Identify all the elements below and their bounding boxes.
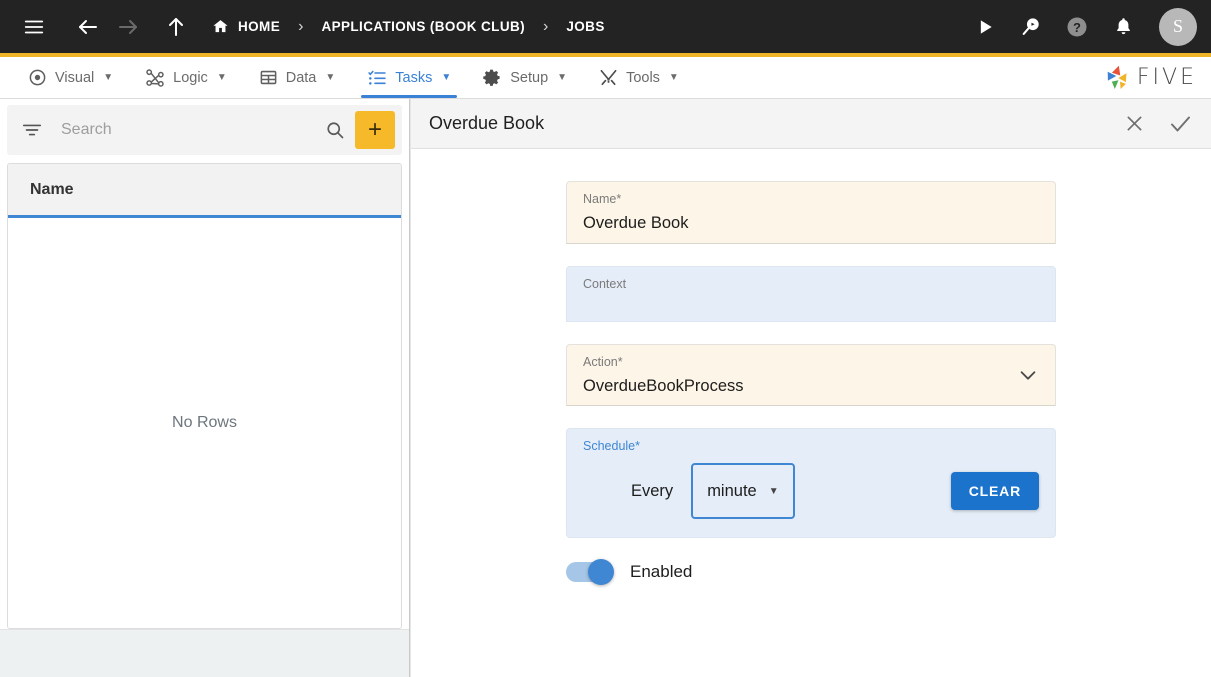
action-field-label: Action* — [583, 354, 623, 369]
top-bar-actions: ? S — [965, 7, 1197, 47]
checklist-icon — [367, 68, 387, 88]
every-label: Every — [631, 481, 674, 500]
menu-item-label: Tools — [626, 69, 660, 86]
five-logo-text: FIVE — [1136, 65, 1197, 90]
table-icon — [259, 68, 278, 87]
form-fields: Name* Overdue Book Context Action* Overd… — [566, 181, 1056, 586]
interval-select[interactable]: minute ▼ — [691, 463, 795, 520]
chevron-down-icon: ▼ — [103, 72, 114, 83]
chevron-down-icon: ▼ — [557, 72, 568, 83]
action-field-value[interactable]: OverdueBookProcess — [583, 376, 1017, 397]
grid-column-header-name[interactable]: Name — [8, 164, 401, 218]
five-logo: FIVE — [1102, 57, 1211, 98]
gear-icon — [483, 68, 502, 87]
form-pane: Overdue Book Name* Overdue Book Context … — [410, 99, 1211, 677]
run-icon[interactable] — [965, 7, 1005, 47]
breadcrumb: HOME › APPLICATIONS (BOOK CLUB) › JOBS — [208, 18, 609, 36]
enabled-toggle-label: Enabled — [630, 562, 693, 582]
search-icon[interactable] — [315, 120, 355, 140]
chevron-down-icon: ▼ — [441, 72, 452, 83]
arrow-right-icon[interactable] — [108, 7, 148, 47]
enabled-toggle-row: Enabled — [566, 559, 1056, 586]
context-field-label: Context — [583, 276, 627, 291]
menu-item-label: Logic — [173, 69, 208, 86]
schedule-field: Schedule* Every minute ▼ CLEAR — [566, 428, 1056, 539]
form-header: Overdue Book — [411, 99, 1211, 149]
menu-item-tasks[interactable]: Tasks ▼ — [351, 57, 467, 98]
context-field[interactable]: Context — [566, 265, 1056, 322]
hamburger-menu-icon[interactable] — [14, 7, 54, 47]
logic-nodes-icon — [145, 68, 165, 88]
breadcrumb-item-applications[interactable]: APPLICATIONS (BOOK CLUB) — [317, 19, 529, 34]
chevron-down-icon[interactable] — [1017, 364, 1039, 386]
application-window: HOME › APPLICATIONS (BOOK CLUB) › JOBS ? — [0, 0, 1211, 677]
main-content: + Name No Rows Overdue Book — [0, 99, 1211, 677]
eye-icon — [28, 68, 47, 87]
menu-item-tools[interactable]: Tools ▼ — [583, 57, 695, 98]
search-input[interactable] — [43, 121, 315, 139]
add-button[interactable]: + — [355, 111, 395, 149]
chevron-down-icon: ▼ — [668, 72, 679, 83]
module-menu-bar: Visual ▼ Logic ▼ Data ▼ Tasks ▼ Setup ▼ … — [0, 57, 1211, 99]
notifications-icon[interactable] — [1103, 7, 1143, 47]
menu-item-label: Data — [285, 69, 317, 86]
help-icon[interactable]: ? — [1057, 7, 1097, 47]
search-bar: + — [7, 105, 402, 155]
breadcrumb-label: APPLICATIONS (BOOK CLUB) — [321, 19, 526, 34]
no-rows-text: No Rows — [172, 414, 237, 431]
arrow-left-icon[interactable] — [68, 7, 108, 47]
breadcrumb-separator: › — [298, 17, 304, 35]
toggle-knob — [588, 559, 614, 586]
close-icon[interactable] — [1117, 107, 1151, 141]
tools-icon — [599, 68, 618, 87]
arrow-up-icon[interactable] — [156, 7, 196, 47]
name-field-label: Name* — [583, 192, 622, 206]
form-body: Name* Overdue Book Context Action* Overd… — [411, 149, 1211, 677]
breadcrumb-label: JOBS — [566, 19, 605, 34]
grid-footer — [0, 629, 409, 677]
context-field-value[interactable] — [583, 298, 1039, 318]
save-check-button[interactable] — [1163, 107, 1197, 141]
menu-item-setup[interactable]: Setup ▼ — [467, 57, 583, 98]
menu-item-label: Tasks — [395, 69, 433, 86]
form-header-actions — [1117, 107, 1197, 141]
top-navigation-bar: HOME › APPLICATIONS (BOOK CLUB) › JOBS ? — [0, 0, 1211, 53]
grid-empty-state: No Rows — [8, 218, 401, 628]
menu-item-label: Visual — [55, 69, 95, 86]
breadcrumb-label: HOME — [238, 19, 281, 34]
menu-item-visual[interactable]: Visual ▼ — [12, 57, 129, 98]
debug-icon[interactable] — [1011, 7, 1051, 47]
name-field-value[interactable]: Overdue Book — [583, 213, 1039, 234]
list-pane: + Name No Rows — [0, 99, 410, 677]
chevron-down-icon: ▼ — [216, 72, 227, 83]
enabled-toggle[interactable] — [566, 559, 614, 586]
breadcrumb-item-home[interactable]: HOME — [208, 18, 284, 35]
avatar[interactable]: S — [1159, 7, 1197, 46]
chevron-down-icon: ▼ — [768, 485, 779, 497]
menu-item-label: Setup — [510, 69, 549, 86]
menu-item-logic[interactable]: Logic ▼ — [129, 57, 243, 98]
schedule-field-label: Schedule* — [583, 439, 640, 454]
chevron-down-icon: ▼ — [325, 72, 336, 83]
filter-icon[interactable] — [21, 119, 43, 141]
name-field[interactable]: Name* Overdue Book — [566, 181, 1056, 244]
clear-button[interactable]: CLEAR — [950, 472, 1039, 511]
breadcrumb-separator: › — [543, 17, 549, 35]
breadcrumb-item-jobs[interactable]: JOBS — [562, 19, 608, 34]
svg-text:?: ? — [1073, 20, 1081, 35]
menu-item-data[interactable]: Data ▼ — [243, 57, 352, 98]
schedule-row: Every minute ▼ CLEAR — [583, 463, 1039, 520]
page-title: Overdue Book — [429, 113, 545, 133]
home-icon — [212, 18, 229, 35]
action-field[interactable]: Action* OverdueBookProcess — [566, 343, 1056, 407]
five-logo-icon — [1102, 64, 1132, 92]
interval-select-value: minute — [707, 481, 757, 500]
records-grid: Name No Rows — [7, 163, 402, 629]
